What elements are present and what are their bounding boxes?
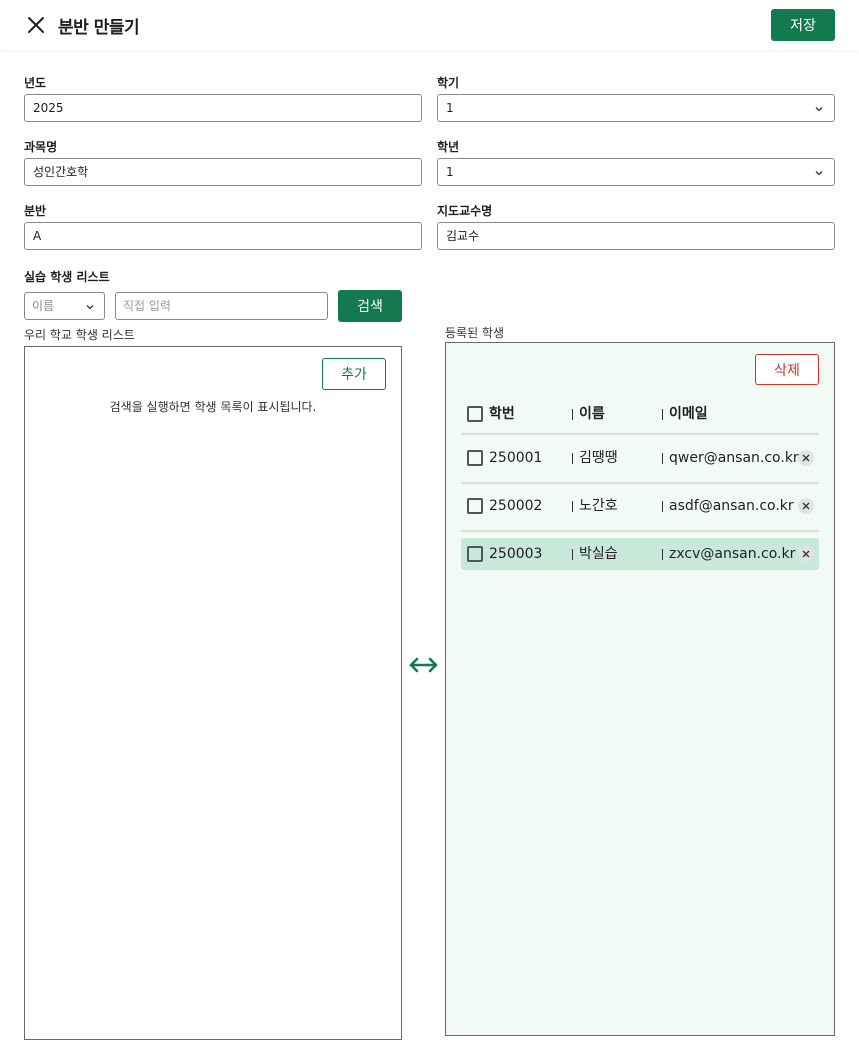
remove-row-icon[interactable] [798, 450, 814, 466]
semester-value: 1 [446, 101, 454, 115]
grade-value: 1 [446, 165, 454, 179]
student-id: 250002 [489, 498, 543, 514]
table-row[interactable]: 250003 박실습 zxcv@ansan.co.kr [461, 538, 819, 570]
professor-label: 지도교수명 [437, 204, 493, 218]
student-email: qwer@ansan.co.kr [669, 450, 799, 466]
filter-value: 이름 [32, 299, 55, 313]
column-header: 이메일 [669, 406, 708, 422]
row-divider [461, 530, 819, 532]
top-bar: 분반 만들기 저장 [0, 0, 859, 50]
column-divider [662, 501, 663, 512]
student-name: 노간호 [579, 498, 618, 514]
select-all-checkbox[interactable] [467, 406, 483, 422]
row-divider [461, 482, 819, 484]
student-email: zxcv@ansan.co.kr [669, 546, 796, 562]
search-button[interactable]: 검색 [338, 290, 402, 322]
student-email: asdf@ansan.co.kr [669, 498, 794, 514]
column-divider [572, 501, 573, 512]
semester-label: 학기 [437, 76, 460, 90]
semester-select[interactable]: 1 [437, 94, 835, 122]
add-button[interactable]: 추가 [322, 358, 386, 390]
page-title: 분반 만들기 [58, 18, 140, 38]
search-input[interactable] [115, 292, 328, 320]
delete-button[interactable]: 삭제 [755, 354, 819, 385]
column-divider [572, 549, 573, 560]
column-divider [662, 453, 663, 464]
chevron-down-icon [815, 171, 823, 176]
column-divider [572, 409, 573, 420]
registered-students-caption: 등록된 학생 [445, 326, 505, 340]
student-name: 박실습 [579, 546, 618, 562]
student-id: 250001 [489, 450, 543, 466]
empty-state-message: 검색을 실행하면 학생 목록이 표시됩니다. [109, 400, 317, 414]
row-checkbox[interactable] [467, 450, 483, 466]
column-header: 이름 [579, 406, 605, 422]
row-checkbox[interactable] [467, 498, 483, 514]
school-student-list-caption: 우리 학교 학생 리스트 [24, 328, 135, 342]
table-row[interactable]: 250001 김땡땡 qwer@ansan.co.kr [461, 442, 819, 474]
section-field[interactable]: A [24, 222, 422, 250]
professor-field[interactable]: 김교수 [437, 222, 835, 250]
column-divider [572, 453, 573, 464]
student-list-heading: 실습 학생 리스트 [24, 270, 110, 284]
chevron-down-icon [815, 107, 823, 112]
registered-students-panel: 삭제 학번 이름 이메일 250001 김땡땡 qwer@ansan.co.kr… [445, 342, 835, 1036]
course-label: 과목명 [24, 140, 58, 154]
close-icon[interactable] [24, 13, 48, 37]
grade-label: 학년 [437, 140, 460, 154]
save-button[interactable]: 저장 [771, 9, 835, 41]
search-filter-select[interactable]: 이름 [24, 292, 105, 320]
chevron-down-icon [86, 305, 94, 310]
column-header: 학번 [489, 406, 515, 422]
grade-select[interactable]: 1 [437, 158, 835, 186]
school-student-list-panel: 추가 검색을 실행하면 학생 목록이 표시됩니다. [24, 346, 402, 1040]
column-divider [662, 549, 663, 560]
table-row[interactable]: 250002 노간호 asdf@ansan.co.kr [461, 490, 819, 522]
student-id: 250003 [489, 546, 543, 562]
remove-row-icon[interactable] [798, 546, 814, 562]
section-label: 분반 [24, 204, 47, 218]
year-label: 년도 [24, 76, 47, 90]
column-divider [662, 409, 663, 420]
remove-row-icon[interactable] [798, 498, 814, 514]
table-header: 학번 이름 이메일 [461, 395, 819, 435]
course-field[interactable]: 성인간호학 [24, 158, 422, 186]
row-checkbox[interactable] [467, 546, 483, 562]
swap-arrows-icon [409, 657, 438, 673]
year-field[interactable]: 2025 [24, 94, 422, 122]
student-name: 김땡땡 [579, 450, 618, 466]
